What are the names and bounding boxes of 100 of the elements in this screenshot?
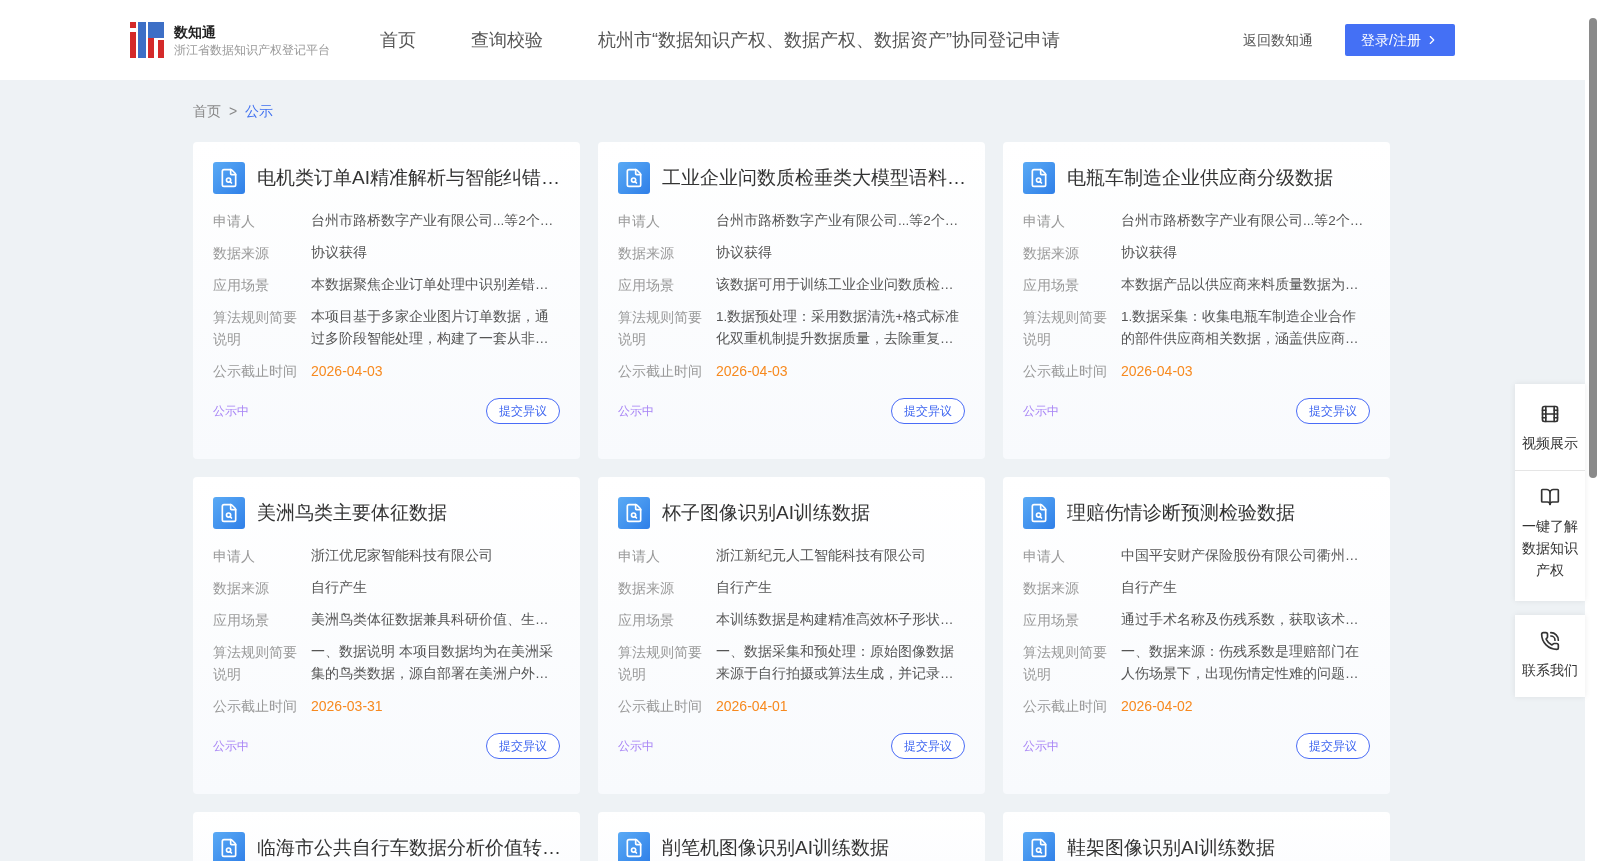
field-value: 美洲鸟类体征数据兼具科研价值、生…: [311, 611, 550, 629]
objection-button[interactable]: 提交异议: [891, 398, 965, 424]
status-label: 公示中: [1023, 403, 1059, 420]
document-search-icon: [618, 162, 650, 194]
nav-link[interactable]: 杭州市“数据知识产权、数据产权、数据资产”协同登记申请: [598, 26, 1060, 54]
field-value: 协议获得: [311, 244, 368, 262]
field-label: 公示截止时间: [213, 362, 298, 381]
field-label: 应用场景: [618, 276, 675, 295]
card-title[interactable]: 杯子图像识别AI训练数据: [662, 498, 870, 528]
card-title[interactable]: 鞋架图像识别AI训练数据: [1067, 833, 1275, 861]
field-value: 本数据产品以供应商来料质量数据为…: [1121, 276, 1360, 294]
side-link[interactable]: 视频展示: [1521, 432, 1579, 454]
login-button[interactable]: 登录/注册: [1345, 24, 1455, 56]
field-label: 申请人: [213, 547, 256, 566]
field-label: 数据来源: [213, 244, 270, 263]
document-search-icon: [213, 832, 245, 861]
document-search-icon: [1023, 162, 1055, 194]
card-title[interactable]: 电机类订单AI精准解析与智能纠错…: [257, 163, 560, 193]
field-label: 应用场景: [1023, 276, 1080, 295]
field-label: 数据来源: [213, 579, 270, 598]
field-label: 申请人: [618, 212, 661, 231]
field-value: 一、数据采集和预处理：原始图像数据来源于自行拍摄或算法生成，并记录…: [716, 643, 955, 683]
field-label: 公示截止时间: [618, 362, 703, 381]
status-label: 公示中: [618, 403, 654, 420]
film-icon: [1540, 404, 1560, 424]
book-icon: [1540, 487, 1560, 507]
breadcrumb-link[interactable]: 公示: [245, 100, 274, 122]
deadline-date: 2026-03-31: [311, 697, 383, 716]
card-title[interactable]: 工业企业问数质检垂类大模型语料…: [662, 163, 966, 193]
field-label: 算法规则简要说明: [1023, 643, 1108, 684]
document-search-icon: [618, 832, 650, 861]
status-label: 公示中: [618, 738, 654, 755]
field-label: 数据来源: [618, 244, 675, 263]
field-value: 中国平安财产保险股份有限公司衢州…: [1121, 547, 1360, 565]
card-title[interactable]: 临海市公共自行车数据分析价值转…: [257, 833, 561, 861]
deadline-date: 2026-04-03: [311, 362, 383, 381]
field-label: 应用场景: [618, 611, 675, 630]
objection-button[interactable]: 提交异议: [891, 733, 965, 759]
field-label: 数据来源: [1023, 579, 1080, 598]
deadline-date: 2026-04-02: [1121, 697, 1193, 716]
field-label: 数据来源: [618, 579, 675, 598]
side-link[interactable]: 一键了解数据知识产权: [1521, 515, 1579, 581]
field-value: 协议获得: [1121, 244, 1178, 262]
logo-icon: [130, 22, 166, 58]
field-value: 自行产生: [311, 579, 368, 597]
objection-button[interactable]: 提交异议: [486, 733, 560, 759]
field-value: 本训练数据是构建精准高效杯子形状…: [716, 611, 955, 629]
field-label: 算法规则简要说明: [213, 308, 298, 349]
field-value: 协议获得: [716, 244, 773, 262]
breadcrumb-separator: >: [229, 101, 238, 121]
field-value: 浙江新纪元人工智能科技有限公司: [716, 547, 927, 565]
field-value: 台州市路桥数字产业有限公司...等2个…: [716, 212, 960, 230]
field-value: 本数据聚焦企业订单处理中识别差错…: [311, 276, 550, 294]
field-label: 公示截止时间: [1023, 697, 1108, 716]
field-label: 算法规则简要说明: [618, 308, 703, 349]
field-label: 公示截止时间: [213, 697, 298, 716]
objection-button[interactable]: 提交异议: [1296, 733, 1370, 759]
field-value: 台州市路桥数字产业有限公司...等2个…: [311, 212, 555, 230]
scrollbar[interactable]: [1585, 0, 1600, 861]
objection-button[interactable]: 提交异议: [1296, 398, 1370, 424]
side-link[interactable]: 联系我们: [1521, 659, 1579, 681]
field-label: 算法规则简要说明: [618, 643, 703, 684]
field-label: 应用场景: [213, 611, 270, 630]
field-value: 浙江优尼家智能科技有限公司: [311, 547, 494, 565]
objection-button[interactable]: 提交异议: [486, 398, 560, 424]
field-value: 一、数据说明 本项目数据均为在美洲采集的鸟类数据，源自部署在美洲户外…: [311, 643, 554, 683]
field-value: 通过手术名称及伤残系数，获取该术…: [1121, 611, 1360, 629]
back-link[interactable]: 返回数知通: [1243, 29, 1314, 51]
document-search-icon: [1023, 832, 1055, 861]
status-label: 公示中: [213, 403, 249, 420]
logo-subtitle: 浙江省数据知识产权登记平台: [174, 42, 330, 58]
phone-icon: [1540, 631, 1560, 651]
field-label: 公示截止时间: [618, 697, 703, 716]
field-value: 自行产生: [1121, 579, 1178, 597]
card-title[interactable]: 削笔机图像识别AI训练数据: [662, 833, 889, 861]
field-label: 算法规则简要说明: [213, 643, 298, 684]
field-label: 申请人: [213, 212, 256, 231]
document-search-icon: [213, 497, 245, 529]
field-value: 本项目基于多家企业图片订单数据，通过多阶段智能处理，构建了一套从非…: [311, 308, 550, 348]
nav-link[interactable]: 查询校验: [471, 26, 543, 54]
field-value: 1.数据采集：收集电瓶车制造企业合作的部件供应商相关数据，涵盖供应商…: [1121, 308, 1360, 348]
document-search-icon: [1023, 497, 1055, 529]
field-value: 自行产生: [716, 579, 773, 597]
document-search-icon: [618, 497, 650, 529]
field-label: 应用场景: [213, 276, 270, 295]
field-label: 申请人: [618, 547, 661, 566]
deadline-date: 2026-04-01: [716, 697, 788, 716]
deadline-date: 2026-04-03: [716, 362, 788, 381]
field-label: 应用场景: [1023, 611, 1080, 630]
deadline-date: 2026-04-03: [1121, 362, 1193, 381]
card-title[interactable]: 电瓶车制造企业供应商分级数据: [1067, 163, 1333, 193]
logo-title: 数知通: [174, 23, 217, 42]
document-search-icon: [213, 162, 245, 194]
field-label: 算法规则简要说明: [1023, 308, 1108, 349]
card-title[interactable]: 美洲鸟类主要体征数据: [257, 498, 447, 528]
status-label: 公示中: [213, 738, 249, 755]
field-label: 数据来源: [1023, 244, 1080, 263]
card-title[interactable]: 理赔伤情诊断预测检验数据: [1067, 498, 1295, 528]
field-label: 公示截止时间: [1023, 362, 1108, 381]
nav-link[interactable]: 首页: [380, 26, 416, 54]
